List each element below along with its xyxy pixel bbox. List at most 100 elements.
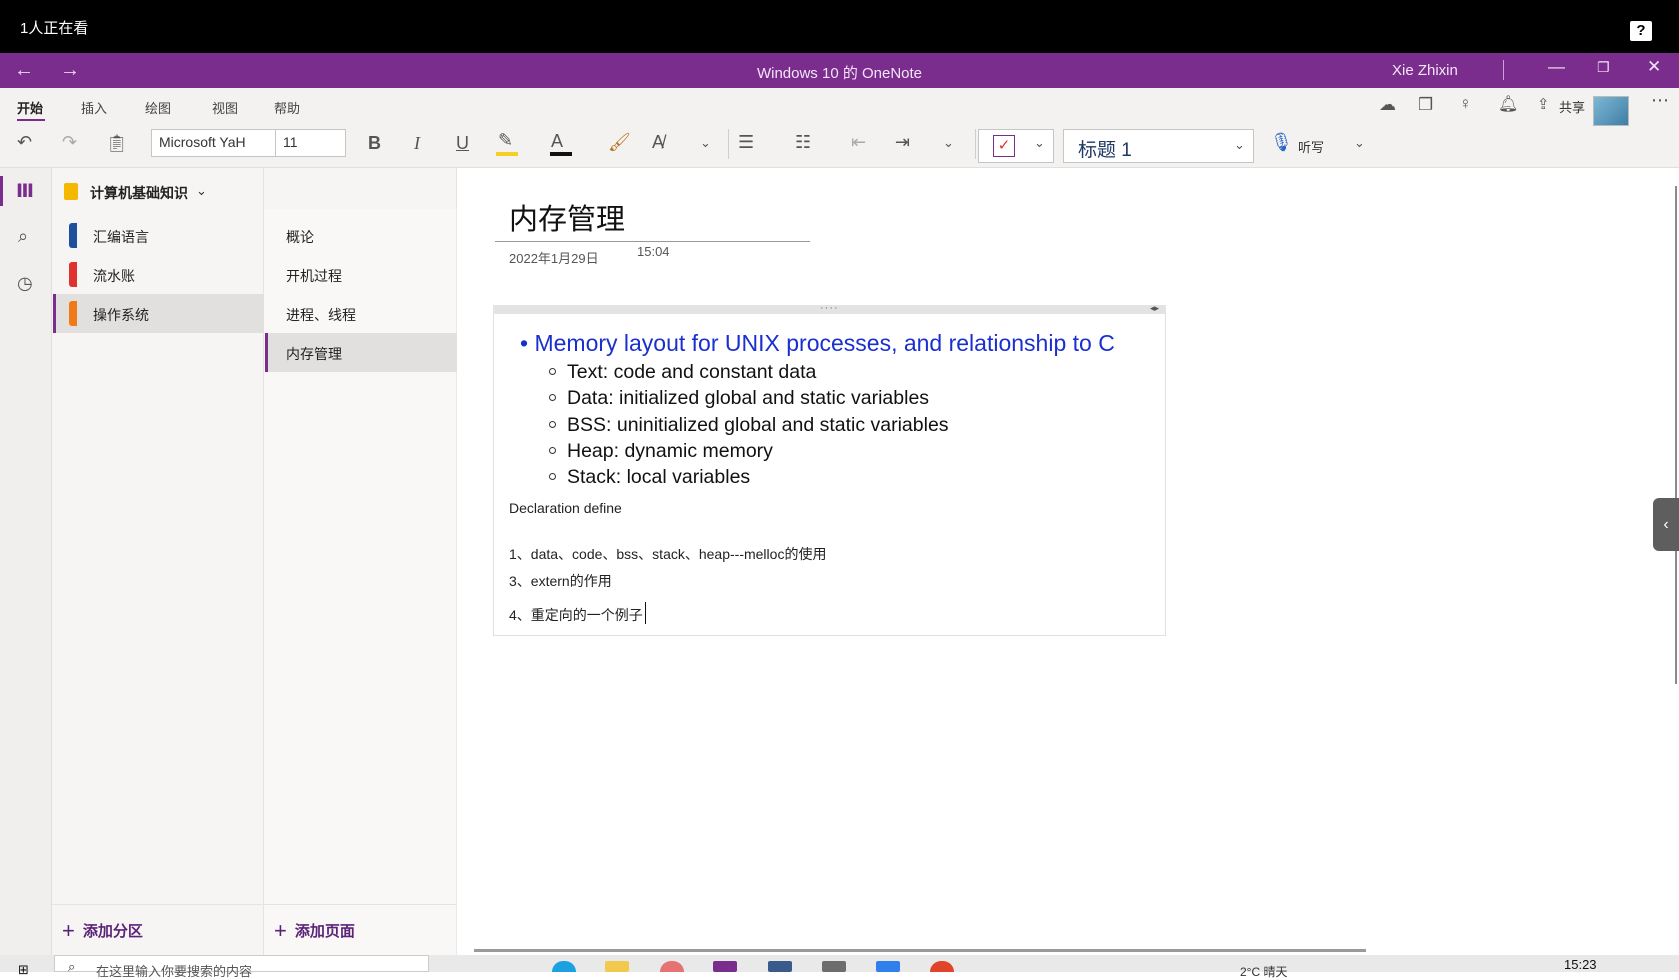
- clipboard-icon[interactable]: 📋︎: [106, 134, 128, 154]
- restore-icon[interactable]: ❐: [1597, 59, 1610, 76]
- avatar[interactable]: [1593, 96, 1629, 126]
- share-label[interactable]: 共享: [1559, 97, 1585, 116]
- vscode-icon[interactable]: [876, 961, 900, 972]
- clock-icon[interactable]: ◷: [17, 273, 33, 294]
- onenote-icon[interactable]: [713, 961, 737, 972]
- main-bullet[interactable]: • Memory layout for UNIX processes, and …: [520, 330, 1115, 357]
- windows-start-icon[interactable]: ⊞: [18, 962, 29, 978]
- resize-arrows-icon[interactable]: ◂▸: [1150, 303, 1159, 314]
- horizontal-scrollbar[interactable]: [474, 949, 1366, 952]
- chevron-down-icon[interactable]: ⌄: [943, 135, 954, 151]
- bullet-dot-icon: •: [520, 330, 535, 356]
- circle-bullet-icon: [549, 368, 556, 375]
- sub-bullet[interactable]: BSS: uninitialized global and static var…: [549, 414, 949, 437]
- bullet-list-icon[interactable]: ☰: [738, 132, 754, 153]
- font-name-box[interactable]: Microsoft YaH: [151, 129, 276, 157]
- page-date: 2022年1月29日: [509, 251, 599, 266]
- bell-icon[interactable]: 🔔︎: [1498, 94, 1518, 114]
- add-page-button[interactable]: + 添加页面: [274, 916, 355, 943]
- drag-dots-icon[interactable]: ····: [820, 302, 839, 314]
- page-item[interactable]: 进程、线程: [265, 294, 457, 333]
- screen-share-bar: [0, 0, 1679, 53]
- section-label: 操作系统: [93, 307, 149, 323]
- sub-bullet[interactable]: Heap: dynamic memory: [549, 440, 773, 463]
- page-label: 开机过程: [286, 268, 342, 284]
- underline-icon[interactable]: U: [456, 133, 469, 154]
- app-icon[interactable]: [822, 961, 846, 972]
- sub-bullet[interactable]: Stack: local variables: [549, 466, 750, 489]
- pages-header: [264, 168, 457, 209]
- font-size-box[interactable]: 11: [275, 129, 346, 157]
- chevron-down-icon[interactable]: ⌄: [700, 135, 711, 151]
- redo-icon[interactable]: ↷: [62, 132, 77, 153]
- bold-icon[interactable]: B: [368, 133, 381, 154]
- font-color-swatch: [550, 152, 572, 156]
- note-line[interactable]: 1、data、code、bss、stack、heap---melloc的使用: [509, 544, 826, 564]
- dictate-label[interactable]: 听写: [1298, 137, 1324, 156]
- collapse-panel-button[interactable]: ‹: [1653, 498, 1679, 551]
- outdent-icon[interactable]: ⇤: [851, 132, 866, 153]
- format-painter-icon[interactable]: 🖌︎: [608, 132, 631, 153]
- user-name[interactable]: Xie Zhixin: [1392, 62, 1458, 79]
- notebooks-icon[interactable]: ❒: [1418, 95, 1433, 115]
- page-item[interactable]: 内存管理: [265, 333, 457, 372]
- numbered-list-icon[interactable]: ☷: [795, 132, 811, 153]
- section-item[interactable]: 汇编语言: [53, 216, 264, 255]
- clear-format-icon[interactable]: A̸: [652, 132, 664, 153]
- undo-icon[interactable]: ↶: [17, 132, 32, 153]
- microphone-icon[interactable]: 🎙︎: [1270, 132, 1293, 153]
- sub-bullet[interactable]: Text: code and constant data: [549, 361, 816, 384]
- page-item[interactable]: 开机过程: [265, 255, 457, 294]
- font-color-icon[interactable]: A: [551, 131, 563, 152]
- chevron-down-icon[interactable]: ⌄: [1034, 135, 1045, 151]
- tab-home[interactable]: 开始: [17, 98, 43, 117]
- tab-view[interactable]: 视图: [212, 98, 238, 117]
- tab-insert[interactable]: 插入: [81, 98, 107, 117]
- more-icon[interactable]: ⋯: [1651, 90, 1669, 111]
- section-item[interactable]: 操作系统: [53, 294, 264, 333]
- minimize-icon[interactable]: —: [1548, 57, 1565, 77]
- share-icon[interactable]: ⇪: [1537, 95, 1550, 113]
- sub-bullet-text: Heap: dynamic memory: [567, 440, 773, 462]
- help-button[interactable]: ?: [1630, 21, 1652, 41]
- highlight-icon[interactable]: ✎: [498, 130, 513, 151]
- italic-icon[interactable]: I: [414, 133, 420, 154]
- left-rail: Ⅲ ⌕ ◷: [0, 168, 52, 955]
- page-label: 进程、线程: [286, 307, 356, 323]
- note-line[interactable]: 3、extern的作用: [509, 571, 612, 591]
- checkbox-tag-icon[interactable]: ✓: [993, 135, 1015, 157]
- notebooks-icon[interactable]: Ⅲ: [16, 180, 34, 203]
- viewer-count: 1人正在看: [20, 20, 89, 37]
- page-title[interactable]: 内存管理: [509, 196, 625, 238]
- text-cursor: [644, 602, 646, 624]
- chevron-down-icon[interactable]: ⌄: [1354, 135, 1365, 151]
- lightbulb-icon[interactable]: ♀: [1459, 94, 1472, 114]
- folder-icon[interactable]: [605, 961, 629, 972]
- chevron-left-icon: ‹: [1663, 516, 1669, 533]
- rail-active-indicator: [0, 176, 3, 206]
- close-icon[interactable]: ✕: [1647, 57, 1661, 77]
- add-section-button[interactable]: + 添加分区: [62, 916, 143, 943]
- sub-bullet[interactable]: Data: initialized global and static vari…: [549, 387, 929, 410]
- app-icon[interactable]: [768, 961, 792, 972]
- section-color-tab: [69, 262, 77, 287]
- tab-draw[interactable]: 绘图: [145, 98, 171, 117]
- tab-help[interactable]: 帮助: [274, 98, 300, 117]
- chevron-down-icon: ⌄: [1234, 137, 1245, 152]
- search-icon[interactable]: ⌕: [18, 226, 28, 247]
- note-line[interactable]: 4、重定向的一个例子: [509, 598, 646, 625]
- sync-icon[interactable]: ☁: [1379, 95, 1396, 115]
- taskbar-clock[interactable]: 15:23: [1564, 957, 1597, 972]
- notebook-name[interactable]: 计算机基础知识: [90, 183, 188, 203]
- chevron-down-icon[interactable]: ⌄: [196, 183, 207, 199]
- indent-icon[interactable]: ⇥: [895, 132, 910, 153]
- style-select[interactable]: 标题 1 ⌄: [1063, 129, 1254, 163]
- plus-icon: +: [274, 918, 287, 943]
- declaration-line[interactable]: Declaration define: [509, 500, 622, 516]
- vertical-scrollbar[interactable]: [1675, 186, 1677, 684]
- section-item[interactable]: 流水账: [53, 255, 264, 294]
- page-label: 内存管理: [286, 346, 342, 362]
- style-select-value: 标题 1: [1078, 140, 1132, 161]
- page-label: 概论: [286, 229, 314, 245]
- page-item[interactable]: 概论: [265, 216, 457, 255]
